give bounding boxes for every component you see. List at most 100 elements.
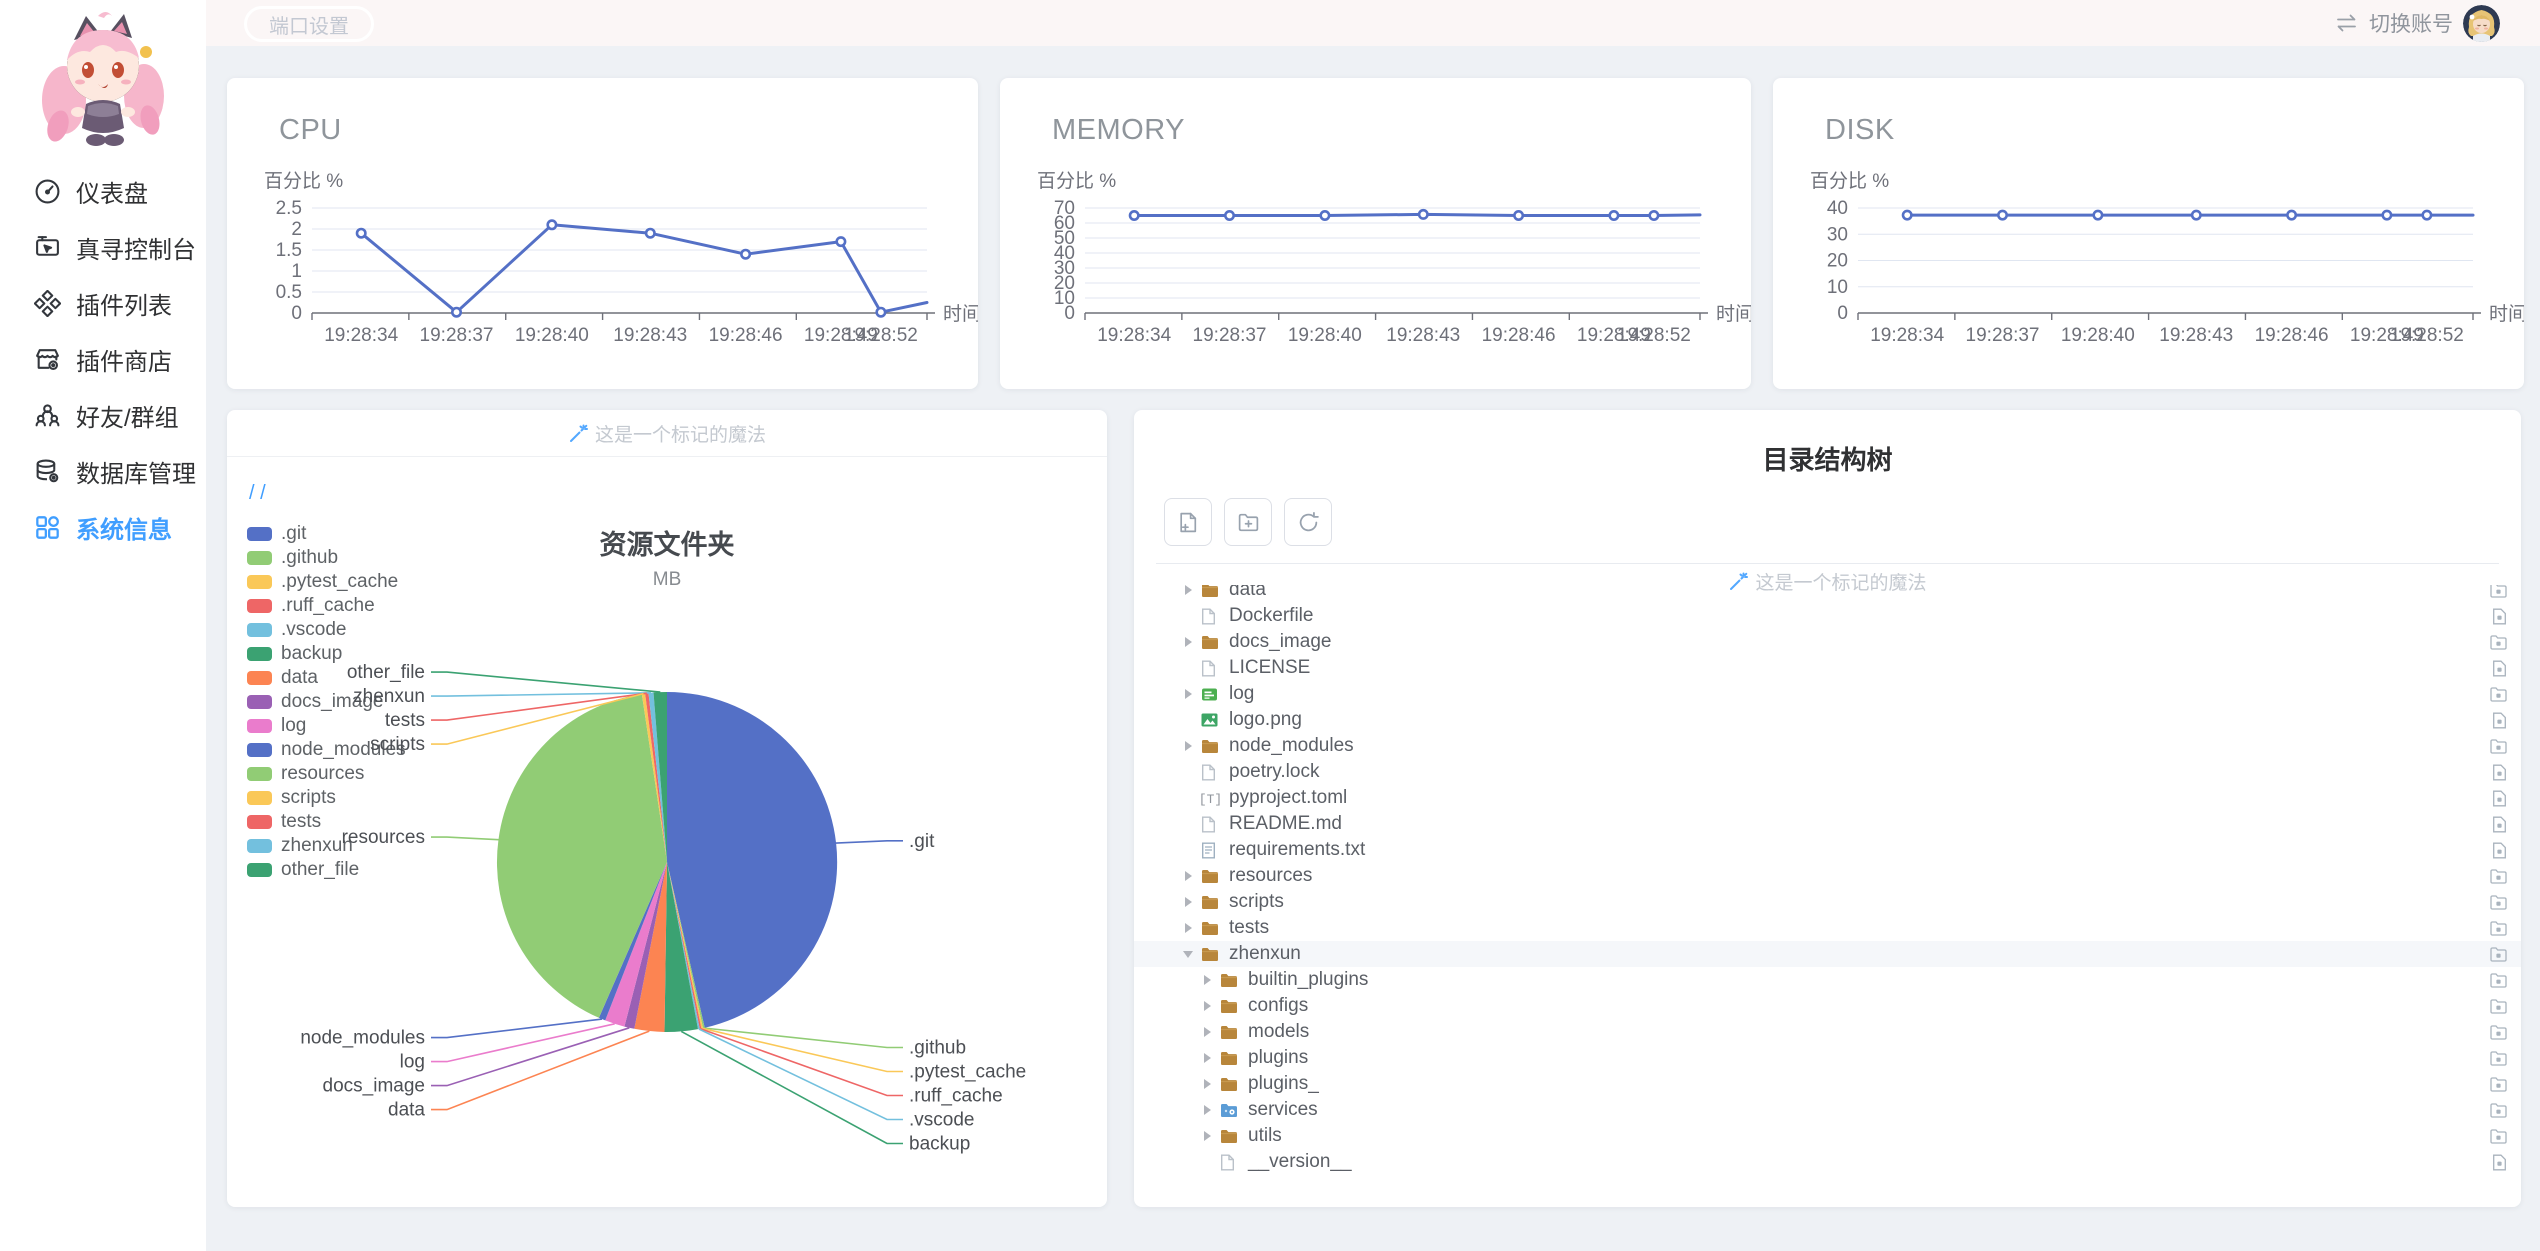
tree-row[interactable]: services <box>1134 1097 2521 1123</box>
switch-account-label[interactable]: 切换账号 <box>2369 8 2453 38</box>
tree-row[interactable]: utils <box>1134 1123 2521 1149</box>
download-folder-icon[interactable] <box>2490 1050 2507 1066</box>
folder-icon <box>1201 738 1221 755</box>
expand-caret-icon[interactable] <box>1199 1001 1215 1011</box>
sidebar-item-5[interactable]: 好友/群组 <box>0 387 206 443</box>
expand-caret-icon[interactable] <box>1180 689 1196 699</box>
tree-row[interactable]: docs_image <box>1134 629 2521 655</box>
download-file-icon[interactable] <box>2492 712 2507 729</box>
tree-viewport[interactable]: data Dockerfile docs_image LICENSE log logo.p… <box>1134 585 2521 1201</box>
tree-row-label: plugins_ <box>1248 1073 1319 1094</box>
tree-row[interactable]: plugins <box>1134 1045 2521 1071</box>
download-folder-icon[interactable] <box>2490 868 2507 884</box>
svg-text:1: 1 <box>291 261 302 282</box>
tree-row[interactable]: resources <box>1134 863 2521 889</box>
download-folder-icon[interactable] <box>2490 1102 2507 1118</box>
tree-row[interactable]: scripts <box>1134 889 2521 915</box>
tree-row[interactable]: poetry.lock <box>1134 759 2521 785</box>
download-file-icon[interactable] <box>2492 842 2507 859</box>
sidebar: 仪表盘 真寻控制台插件列表插件商店 好友/群组 数据库管理系统信息 <box>0 0 206 1251</box>
user-avatar[interactable] <box>2463 4 2500 42</box>
new-folder-icon <box>1237 511 1260 534</box>
tree-row[interactable]: zhenxun <box>1134 941 2521 967</box>
download-folder-icon[interactable] <box>2490 946 2507 962</box>
tree-row[interactable]: __version__ <box>1134 1149 2521 1175</box>
disk-card: DISK 百分比 % 0 10 20 30 40 19:28:34 19:28:37 19:28… <box>1773 78 2524 389</box>
tree-row-label: models <box>1248 1021 1310 1042</box>
tree-row[interactable]: LICENSE <box>1134 655 2521 681</box>
expand-caret-icon[interactable] <box>1199 1105 1215 1115</box>
download-folder-icon[interactable] <box>2490 1076 2507 1092</box>
tree-row-label: services <box>1248 1099 1318 1120</box>
download-folder-icon[interactable] <box>2490 686 2507 702</box>
folder-icon <box>1201 946 1221 963</box>
expand-caret-icon[interactable] <box>1180 897 1196 907</box>
tree-row[interactable]: models <box>1134 1019 2521 1045</box>
new-folder-button[interactable] <box>1224 498 1272 546</box>
folder-icon <box>1201 894 1221 911</box>
tree-row[interactable]: data <box>1134 585 2521 603</box>
tree-row-label: log <box>1229 683 1255 704</box>
tree-row[interactable]: [T] pyproject.toml <box>1134 785 2521 811</box>
download-folder-icon[interactable] <box>2490 738 2507 754</box>
refresh-button[interactable] <box>1284 498 1332 546</box>
folder-icon <box>1220 1128 1240 1145</box>
sidebar-item-label: 系统信息 <box>76 516 172 544</box>
tree-row-label: __version__ <box>1248 1151 1352 1172</box>
sidebar-item-1[interactable]: 仪表盘 <box>0 163 206 219</box>
download-file-icon[interactable] <box>2492 1154 2507 1171</box>
sidebar-item-7[interactable]: 系统信息 <box>0 499 206 555</box>
download-folder-icon[interactable] <box>2490 998 2507 1014</box>
download-folder-icon[interactable] <box>2490 1128 2507 1144</box>
expand-caret-icon[interactable] <box>1180 871 1196 881</box>
download-file-icon[interactable] <box>2492 764 2507 781</box>
tree-row[interactable]: log <box>1134 681 2521 707</box>
expand-caret-icon[interactable] <box>1199 1027 1215 1037</box>
tree-row[interactable]: plugins_ <box>1134 1071 2521 1097</box>
tree-row-label: tests <box>1229 917 1270 938</box>
tree-row[interactable]: node_modules <box>1134 733 2521 759</box>
expand-caret-icon[interactable] <box>1199 1079 1215 1089</box>
memory-card: MEMORY 百分比 % 0 10 20 30 40 50 60 70 19:28:34 19:28… <box>1000 78 1751 389</box>
sidebar-item-label: 插件列表 <box>76 292 172 320</box>
port-settings-button[interactable]: 端口设置 <box>244 6 374 42</box>
download-folder-icon[interactable] <box>2490 894 2507 910</box>
tree-row[interactable]: logo.png <box>1134 707 2521 733</box>
svg-text:[T]: [T] <box>1201 792 1220 807</box>
download-file-icon[interactable] <box>2492 608 2507 625</box>
expand-caret-icon[interactable] <box>1199 1131 1215 1141</box>
download-folder-icon[interactable] <box>2490 634 2507 650</box>
download-folder-icon[interactable] <box>2490 585 2507 598</box>
download-file-icon[interactable] <box>2492 816 2507 833</box>
download-folder-icon[interactable] <box>2490 920 2507 936</box>
tree-row[interactable]: builtin_plugins <box>1134 967 2521 993</box>
download-folder-icon[interactable] <box>2490 972 2507 988</box>
svg-text:40: 40 <box>1827 198 1848 219</box>
tree-row[interactable]: requirements.txt <box>1134 837 2521 863</box>
new-file-button[interactable] <box>1164 498 1212 546</box>
sidebar-item-3[interactable]: 插件列表 <box>0 275 206 331</box>
sidebar-item-2[interactable]: 真寻控制台 <box>0 219 206 275</box>
expand-caret-icon[interactable] <box>1180 950 1196 958</box>
expand-caret-icon[interactable] <box>1199 1053 1215 1063</box>
expand-caret-icon[interactable] <box>1180 923 1196 933</box>
image-icon <box>1201 712 1221 729</box>
expand-caret-icon[interactable] <box>1180 741 1196 751</box>
tree-row[interactable]: Dockerfile <box>1134 603 2521 629</box>
svg-text:zhenxun: zhenxun <box>353 686 425 707</box>
download-file-icon[interactable] <box>2492 660 2507 677</box>
sidebar-item-4[interactable]: 插件商店 <box>0 331 206 387</box>
svg-text:20: 20 <box>1827 251 1848 272</box>
tree-row[interactable]: tests <box>1134 915 2521 941</box>
svg-text:.ruff_cache: .ruff_cache <box>909 1085 1003 1106</box>
svg-text:.github: .github <box>909 1037 966 1058</box>
expand-caret-icon[interactable] <box>1199 975 1215 985</box>
new-file-icon <box>1177 511 1200 534</box>
tree-row[interactable]: configs <box>1134 993 2521 1019</box>
expand-caret-icon[interactable] <box>1180 585 1196 595</box>
sidebar-item-6[interactable]: 数据库管理 <box>0 443 206 499</box>
expand-caret-icon[interactable] <box>1180 637 1196 647</box>
tree-row[interactable]: README.md <box>1134 811 2521 837</box>
download-folder-icon[interactable] <box>2490 1024 2507 1040</box>
download-file-icon[interactable] <box>2492 790 2507 807</box>
